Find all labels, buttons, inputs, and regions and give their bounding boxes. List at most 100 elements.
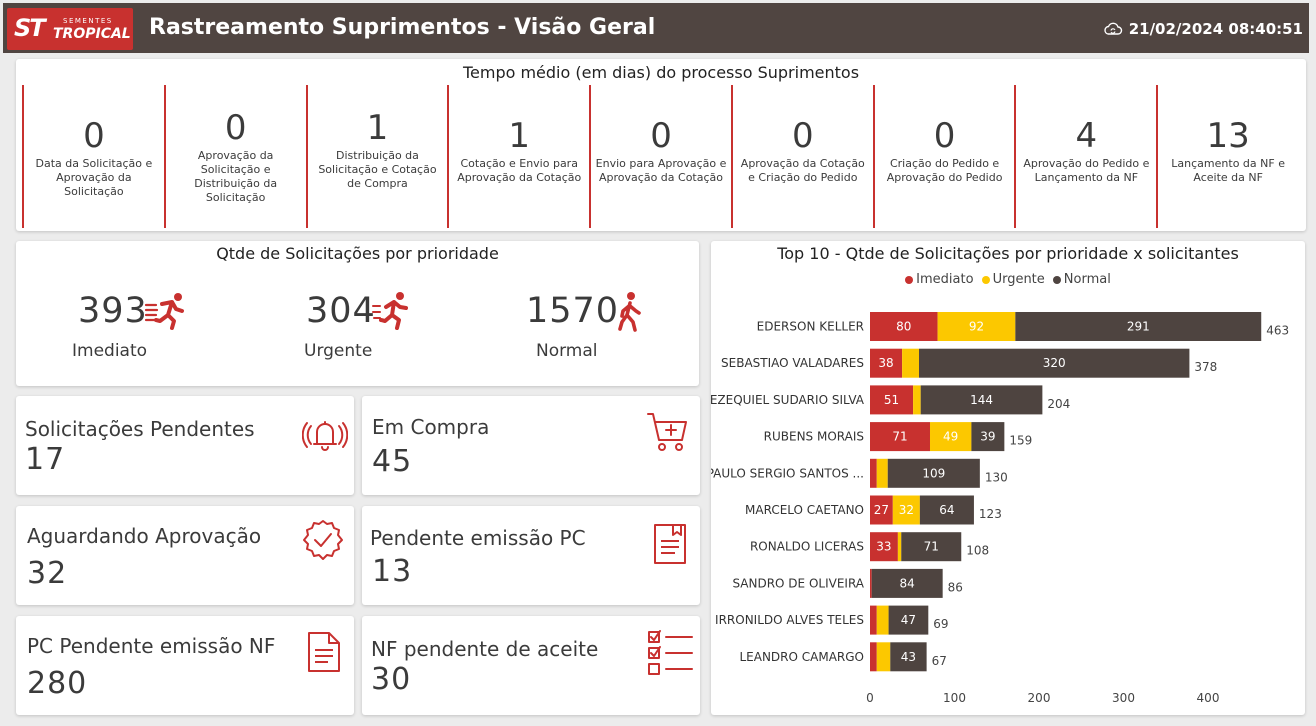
bar-segment-urgente[interactable] [902, 348, 920, 378]
x-tick-label: 300 [1112, 691, 1135, 705]
step-label: Lançamento da NF e Aceite da NF [1171, 157, 1285, 184]
segment-value-label: 291 [1127, 320, 1150, 334]
segment-value-label: 92 [969, 320, 984, 334]
kpi-value: 17 [25, 442, 66, 477]
kpi-card-aguardando: Aguardando Aprovação 32 [16, 506, 354, 605]
priority-value: 304 [306, 291, 376, 331]
segment-value-label: 109 [922, 466, 945, 480]
bar-segment-imediato[interactable] [870, 642, 877, 672]
step-label: Cotação e Envio para Aprovação da Cotaçã… [457, 157, 582, 184]
total-value-label: 159 [1009, 434, 1032, 448]
priority-title: Qtde de Solicitações por prioridade [216, 244, 499, 263]
sprinter-icon [144, 293, 184, 330]
kpi-label: Solicitações Pendentes [25, 417, 255, 441]
step-value: 0 [933, 116, 956, 156]
priority-value: 393 [78, 291, 148, 331]
kpi-label: NF pendente de aceite [371, 637, 599, 661]
kpi-value: 32 [27, 556, 68, 591]
step-label: Aprovação da Solicitação e Distribuição … [194, 149, 278, 204]
step-value: 0 [791, 116, 814, 156]
segment-value-label: 38 [878, 356, 893, 370]
x-tick-label: 200 [1028, 691, 1051, 705]
bar-segment-imediato[interactable] [870, 605, 877, 635]
segment-value-label: 64 [939, 503, 954, 517]
total-value-label: 123 [979, 507, 1002, 521]
step-label: Distribuição da Solicitação e Cotação de… [318, 149, 437, 190]
approval-badge-icon [303, 520, 343, 560]
process-step: 0 Data da Solicitação e Aprovação da Sol… [22, 85, 164, 228]
segment-value-label: 27 [874, 503, 889, 517]
page-title: Rastreamento Suprimentos - Visão Geral [149, 15, 656, 40]
step-value: 1 [508, 116, 531, 156]
kpi-label: Aguardando Aprovação [27, 524, 262, 548]
shopping-cart-icon [647, 413, 687, 451]
category-label: LEANDRO CAMARGO [739, 650, 864, 664]
step-label: Aprovação do Pedido e Lançamento da NF [1023, 157, 1150, 184]
process-step: 0 Aprovação da Solicitação e Distribuiçã… [163, 85, 306, 228]
bar-segment-urgente[interactable] [876, 458, 888, 488]
process-step: 13 Lançamento da NF e Aceite da NF [1156, 85, 1298, 228]
process-time-panel: Tempo médio (em dias) do processo Suprim… [16, 59, 1306, 231]
step-value: 4 [1075, 116, 1098, 156]
process-title: Tempo médio (em dias) do processo Suprim… [462, 63, 860, 82]
category-label: RONALDO LICERAS [750, 540, 864, 554]
priority-panel: Qtde de Solicitações por prioridade 393 … [16, 241, 699, 386]
bar-segment-urgente[interactable] [913, 385, 921, 415]
step-value: 0 [224, 108, 247, 148]
bar-segment-urgente[interactable] [876, 605, 889, 635]
segment-value-label: 71 [924, 540, 939, 554]
priority-label: Normal [536, 341, 598, 361]
logo-brand-text: TROPICAL [53, 26, 131, 42]
brand-logo: ST SEMENTES TROPICAL [7, 8, 133, 50]
category-label: SEBASTIAO VALADARES [721, 356, 864, 370]
segment-value-label: 49 [943, 430, 958, 444]
kpi-card-nf-aceite: NF pendente de aceite 30 [362, 616, 700, 715]
segment-value-label: 39 [980, 430, 995, 444]
total-value-label: 463 [1266, 324, 1289, 338]
priority-label: Urgente [304, 341, 373, 361]
step-value: 13 [1206, 116, 1250, 156]
step-value: 0 [650, 116, 672, 156]
walker-icon [618, 292, 641, 332]
kpi-card-em-compra: Em Compra 45 [362, 396, 700, 495]
runner-icon [372, 292, 408, 330]
kpi-value: 30 [371, 662, 412, 697]
header-bar: ST SEMENTES TROPICAL Rastreamento Suprim… [3, 3, 1309, 53]
priority-normal: 1570 Normal [526, 291, 666, 381]
bar-segment-urgente[interactable] [876, 642, 891, 672]
segment-value-label: 144 [970, 393, 993, 407]
kpi-label: PC Pendente emissão NF [27, 634, 276, 658]
stacked-bar-chart: EDERSON KELLER 80 92 291 463 SEBASTIAO VALADA… [711, 312, 1289, 705]
top10-chart-panel: Top 10 - Qtde de Solicitações por priori… [711, 241, 1305, 715]
step-label: Criação do Pedido e Aprovação do Pedido [886, 157, 1003, 184]
priority-urgente: 304 Urgente [302, 291, 442, 381]
kpi-label: Pendente emissão PC [370, 526, 586, 550]
segment-value-label: 84 [900, 576, 915, 590]
bar-segment-imediato[interactable] [870, 458, 877, 488]
total-value-label: 204 [1047, 397, 1070, 411]
process-step: 0 Aprovação da Cotação e Criação do Pedi… [730, 85, 873, 228]
logo-mark: ST [14, 14, 46, 42]
document-bookmark-icon [654, 524, 686, 564]
category-label: EZEQUIEL SUDARIO SILVA [711, 393, 865, 407]
bar-segment-imediato[interactable] [870, 568, 872, 598]
total-value-label: 69 [933, 617, 948, 631]
step-value: 0 [83, 116, 105, 156]
bar-segment-urgente[interactable] [897, 532, 902, 562]
process-step: 1 Distribuição da Solicitação e Cotação … [305, 85, 448, 228]
segment-value-label: 320 [1043, 356, 1066, 370]
x-tick-label: 0 [866, 691, 874, 705]
total-value-label: 378 [1194, 360, 1217, 374]
kpi-card-pc-nf: PC Pendente emissão NF 280 [16, 616, 354, 715]
category-label: EDERSON KELLER [757, 320, 864, 334]
priority-value: 1570 [526, 291, 620, 331]
kpi-value: 280 [27, 666, 88, 701]
segment-value-label: 43 [901, 650, 916, 664]
category-label: RUBENS MORAIS [764, 430, 864, 444]
total-value-label: 67 [932, 654, 947, 668]
priority-label: Imediato [72, 341, 148, 361]
last-refresh: 21/02/2024 08:40:51 [1103, 20, 1303, 38]
total-value-label: 86 [948, 580, 963, 594]
category-label: MARCELO CAETANO [745, 503, 864, 517]
process-step: 4 Aprovação do Pedido e Lançamento da NF [1014, 85, 1156, 228]
